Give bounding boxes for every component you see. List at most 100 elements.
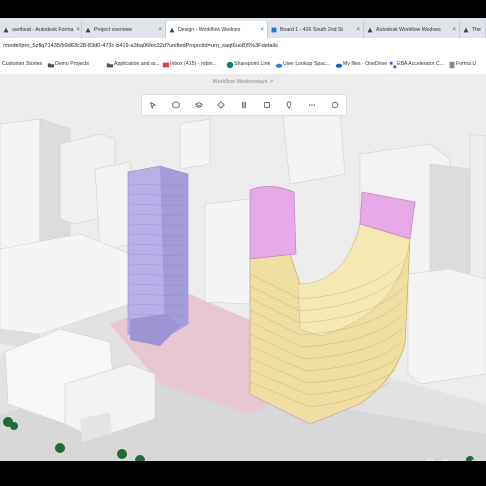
folder-icon xyxy=(106,61,114,68)
onedrive-icon xyxy=(335,63,343,68)
cube-icon xyxy=(172,101,180,109)
expand-button[interactable] xyxy=(469,458,480,461)
board-icon xyxy=(271,27,277,32)
tab-label: oartbeat - Autodesk Forma xyxy=(12,26,74,33)
forma-icon xyxy=(169,27,175,33)
building xyxy=(179,118,211,170)
building xyxy=(469,133,486,300)
share-button[interactable] xyxy=(424,458,435,461)
forma-icon xyxy=(367,27,373,32)
forma-icon xyxy=(85,27,91,32)
onedrive-icon xyxy=(335,61,343,68)
diamond-icon xyxy=(217,101,226,109)
tab-bar: oartbeat - Autodesk Forma × Project overvi… xyxy=(0,18,486,38)
pin-icon xyxy=(287,101,292,109)
expand-icon xyxy=(471,459,474,461)
browser-tab[interactable]: oartbeat - Autodesk Forma × xyxy=(0,21,82,38)
dots-icon xyxy=(308,104,316,106)
browser-tab[interactable]: Project overview × xyxy=(82,21,166,38)
camera-button[interactable] xyxy=(454,458,465,462)
forma-icon xyxy=(3,27,9,32)
bookmark-item[interactable]: My files - OneDrive xyxy=(335,61,387,68)
tab-label: Autodesk Workflow Wednes xyxy=(376,26,441,33)
tab-label: Board 1 - 426 South 2nd St xyxy=(280,26,343,33)
browser-tab[interactable]: Autodesk Workflow Wednes × xyxy=(364,21,460,38)
camera-icon xyxy=(456,459,464,461)
forma-icon xyxy=(367,27,373,33)
bookmark-label: Forma U xyxy=(456,61,477,67)
grid-lines-icon xyxy=(241,101,246,109)
grid-lines-tool-button[interactable] xyxy=(236,98,252,112)
board-icon xyxy=(271,27,277,33)
sharepoint-icon xyxy=(226,61,234,69)
tab-label: Project overview xyxy=(94,26,133,33)
3d-viewport[interactable]: Workflow Wednesdays ↗ xyxy=(0,74,486,461)
bookmark-item[interactable]: Customer Stories xyxy=(2,61,42,67)
select-icon xyxy=(150,101,157,109)
building xyxy=(282,113,346,185)
viewport-controls xyxy=(424,455,486,461)
browser-tab[interactable]: The xyxy=(460,21,486,38)
bookmark-label: Customer Stories xyxy=(2,61,43,67)
close-tab-icon[interactable]: × xyxy=(449,27,456,33)
layers-tool-button[interactable] xyxy=(191,98,207,112)
browser-tab[interactable]: Board 1 - 426 South 2nd St × xyxy=(268,21,364,38)
folder-icon xyxy=(106,63,114,68)
browser-tab[interactable]: Design - Workflow Wednes × xyxy=(166,21,268,38)
dots-tool-button[interactable] xyxy=(304,98,320,112)
cloud-icon xyxy=(275,63,283,68)
forma-icon xyxy=(463,27,469,33)
diamond-tool-button[interactable] xyxy=(213,98,229,112)
doc-icon xyxy=(449,61,455,69)
forma-icon xyxy=(169,27,175,32)
select-tool-button[interactable] xyxy=(145,98,161,112)
tab-label: The xyxy=(472,26,481,33)
close-tab-icon[interactable]: × xyxy=(353,27,360,33)
bookmark-label: Sharepoint Link xyxy=(234,61,271,67)
bookmark-label: Application and ar... xyxy=(114,61,160,67)
grid-icon xyxy=(389,61,397,69)
folder-icon xyxy=(47,63,55,68)
folder-icon xyxy=(47,61,55,68)
bookmark-item[interactable]: EBA Accelerator C... xyxy=(389,61,444,69)
grid-icon xyxy=(389,61,397,69)
bookmark-label: Inbox (415) - robin... xyxy=(170,61,217,67)
split-button[interactable] xyxy=(439,458,450,461)
forma-icon xyxy=(463,27,469,32)
split-icon xyxy=(441,460,448,461)
pin-tool-button[interactable] xyxy=(281,98,297,112)
browser-window: oartbeat - Autodesk Forma × Project overvi… xyxy=(0,18,486,461)
pink-cap-left xyxy=(249,186,297,260)
project-title[interactable]: Workflow Wednesdays ↗ xyxy=(0,79,486,85)
bookmark-item[interactable]: Demo Projects xyxy=(47,61,90,68)
tab-label: Design - Workflow Wednes xyxy=(178,26,241,33)
forma-icon xyxy=(85,27,91,33)
mail-icon xyxy=(162,61,170,68)
cube-tool-button[interactable] xyxy=(168,98,184,112)
bookmark-label: Demo Projects xyxy=(55,61,90,67)
url-text[interactable]: /model/pro_5zflq71435/b9d63c28-83d0-473c… xyxy=(3,43,278,49)
building xyxy=(0,118,41,260)
design-toolbar xyxy=(141,94,347,116)
cloud-icon xyxy=(275,61,283,68)
bookmark-item[interactable]: Sharepoint Link xyxy=(226,61,271,69)
share-icon xyxy=(426,459,433,461)
bookmark-item[interactable]: User Lookup Spac... xyxy=(275,61,330,68)
external-link-icon[interactable]: ↗ xyxy=(269,79,274,85)
close-tab-icon[interactable]: × xyxy=(73,27,80,33)
mail-icon xyxy=(162,62,170,68)
close-tab-icon[interactable]: × xyxy=(257,27,264,33)
close-tab-icon[interactable]: × xyxy=(155,27,162,33)
sharepoint-icon xyxy=(226,61,234,69)
bookmark-item[interactable]: Application and ar... xyxy=(106,61,160,68)
bookmark-item[interactable]: Inbox (415) - robin... xyxy=(162,61,217,68)
bookmark-item[interactable]: Forma U xyxy=(448,61,477,69)
layers-icon xyxy=(194,102,203,108)
more-tool-button[interactable] xyxy=(327,98,343,112)
city-scene[interactable] xyxy=(0,74,486,461)
stack-tool-button[interactable] xyxy=(259,98,275,112)
more-icon xyxy=(331,101,338,109)
building xyxy=(407,268,486,385)
address-bar[interactable]: /model/pro_5zflq71435/b9d63c28-83d0-473c… xyxy=(0,38,486,57)
building xyxy=(204,198,251,305)
